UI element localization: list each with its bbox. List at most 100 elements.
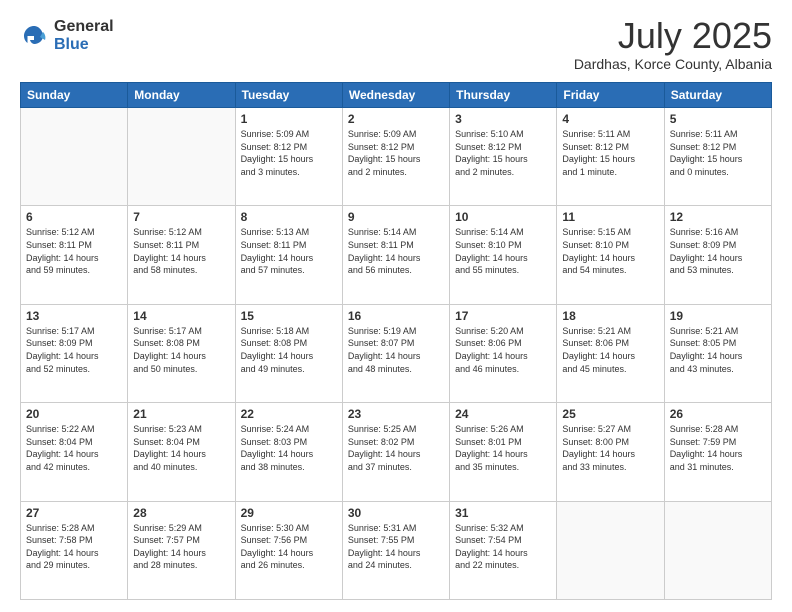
calendar-cell: 30 Sunrise: 5:31 AM Sunset: 7:55 PM Dayli… bbox=[342, 501, 449, 599]
day-number: 10 bbox=[455, 210, 551, 224]
day-number: 30 bbox=[348, 506, 444, 520]
calendar-cell: 15 Sunrise: 5:18 AM Sunset: 8:08 PM Dayli… bbox=[235, 304, 342, 402]
day-info: Sunrise: 5:31 AM Sunset: 7:55 PM Dayligh… bbox=[348, 522, 444, 572]
calendar-cell: 11Sunrise: 5:15 AM Sunset: 8:10 PM Dayli… bbox=[557, 206, 664, 304]
calendar-cell: 29 Sunrise: 5:30 AM Sunset: 7:56 PM Dayli… bbox=[235, 501, 342, 599]
col-saturday: Saturday bbox=[664, 83, 771, 108]
calendar-week-2: 6 Sunrise: 5:12 AM Sunset: 8:11 PM Daylig… bbox=[21, 206, 772, 304]
calendar-cell: 8 Sunrise: 5:13 AM Sunset: 8:11 PM Daylig… bbox=[235, 206, 342, 304]
day-number: 7 bbox=[133, 210, 229, 224]
day-info: Sunrise: 5:11 AM Sunset: 8:12 PM Dayligh… bbox=[562, 128, 658, 178]
calendar-cell: 14 Sunrise: 5:17 AM Sunset: 8:08 PM Dayli… bbox=[128, 304, 235, 402]
day-number: 28 bbox=[133, 506, 229, 520]
calendar-cell: 17 Sunrise: 5:20 AM Sunset: 8:06 PM Dayli… bbox=[450, 304, 557, 402]
day-number: 14 bbox=[133, 309, 229, 323]
calendar-cell: 4 Sunrise: 5:11 AM Sunset: 8:12 PM Daylig… bbox=[557, 108, 664, 206]
calendar-cell: 7 Sunrise: 5:12 AM Sunset: 8:11 PM Daylig… bbox=[128, 206, 235, 304]
subtitle: Dardhas, Korce County, Albania bbox=[574, 56, 772, 72]
calendar-cell: 31 Sunrise: 5:32 AM Sunset: 7:54 PM Dayli… bbox=[450, 501, 557, 599]
day-number: 4 bbox=[562, 112, 658, 126]
day-number: 2 bbox=[348, 112, 444, 126]
day-number: 6 bbox=[26, 210, 122, 224]
calendar-cell bbox=[557, 501, 664, 599]
day-number: 26 bbox=[670, 407, 766, 421]
day-number: 8 bbox=[241, 210, 337, 224]
logo: General Blue bbox=[20, 18, 114, 53]
day-info: Sunrise: 5:24 AM Sunset: 8:03 PM Dayligh… bbox=[241, 423, 337, 473]
calendar-cell: 23 Sunrise: 5:25 AM Sunset: 8:02 PM Dayli… bbox=[342, 403, 449, 501]
calendar-cell: 22 Sunrise: 5:24 AM Sunset: 8:03 PM Dayli… bbox=[235, 403, 342, 501]
calendar-cell: 24 Sunrise: 5:26 AM Sunset: 8:01 PM Dayli… bbox=[450, 403, 557, 501]
day-number: 20 bbox=[26, 407, 122, 421]
day-info: Sunrise: 5:23 AM Sunset: 8:04 PM Dayligh… bbox=[133, 423, 229, 473]
col-friday: Friday bbox=[557, 83, 664, 108]
day-number: 12 bbox=[670, 210, 766, 224]
day-info: Sunrise: 5:19 AM Sunset: 8:07 PM Dayligh… bbox=[348, 325, 444, 375]
day-info: Sunrise: 5:18 AM Sunset: 8:08 PM Dayligh… bbox=[241, 325, 337, 375]
day-info: Sunrise: 5:28 AM Sunset: 7:59 PM Dayligh… bbox=[670, 423, 766, 473]
col-tuesday: Tuesday bbox=[235, 83, 342, 108]
day-info: Sunrise: 5:11 AM Sunset: 8:12 PM Dayligh… bbox=[670, 128, 766, 178]
day-number: 5 bbox=[670, 112, 766, 126]
day-info: Sunrise: 5:14 AM Sunset: 8:11 PM Dayligh… bbox=[348, 226, 444, 276]
calendar-cell: 20 Sunrise: 5:22 AM Sunset: 8:04 PM Dayli… bbox=[21, 403, 128, 501]
col-sunday: Sunday bbox=[21, 83, 128, 108]
col-wednesday: Wednesday bbox=[342, 83, 449, 108]
logo-general: General bbox=[54, 18, 114, 36]
day-number: 29 bbox=[241, 506, 337, 520]
day-info: Sunrise: 5:13 AM Sunset: 8:11 PM Dayligh… bbox=[241, 226, 337, 276]
day-info: Sunrise: 5:25 AM Sunset: 8:02 PM Dayligh… bbox=[348, 423, 444, 473]
calendar-cell: 27Sunrise: 5:28 AM Sunset: 7:58 PM Dayli… bbox=[21, 501, 128, 599]
day-info: Sunrise: 5:20 AM Sunset: 8:06 PM Dayligh… bbox=[455, 325, 551, 375]
calendar-cell: 21 Sunrise: 5:23 AM Sunset: 8:04 PM Dayli… bbox=[128, 403, 235, 501]
day-info: Sunrise: 5:27 AM Sunset: 8:00 PM Dayligh… bbox=[562, 423, 658, 473]
calendar-cell: 26 Sunrise: 5:28 AM Sunset: 7:59 PM Dayli… bbox=[664, 403, 771, 501]
day-number: 24 bbox=[455, 407, 551, 421]
calendar-cell: 13Sunrise: 5:17 AM Sunset: 8:09 PM Dayli… bbox=[21, 304, 128, 402]
day-number: 17 bbox=[455, 309, 551, 323]
calendar-cell bbox=[21, 108, 128, 206]
day-number: 22 bbox=[241, 407, 337, 421]
day-info: Sunrise: 5:26 AM Sunset: 8:01 PM Dayligh… bbox=[455, 423, 551, 473]
logo-blue: Blue bbox=[54, 36, 114, 54]
day-info: Sunrise: 5:17 AM Sunset: 8:09 PM Dayligh… bbox=[26, 325, 122, 375]
page: General Blue July 2025 Dardhas, Korce Co… bbox=[0, 0, 792, 612]
day-number: 25 bbox=[562, 407, 658, 421]
title-block: July 2025 Dardhas, Korce County, Albania bbox=[574, 18, 772, 72]
header-row: Sunday Monday Tuesday Wednesday Thursday… bbox=[21, 83, 772, 108]
col-thursday: Thursday bbox=[450, 83, 557, 108]
day-number: 15 bbox=[241, 309, 337, 323]
logo-icon bbox=[20, 22, 48, 50]
day-number: 21 bbox=[133, 407, 229, 421]
day-info: Sunrise: 5:12 AM Sunset: 8:11 PM Dayligh… bbox=[133, 226, 229, 276]
day-info: Sunrise: 5:21 AM Sunset: 8:06 PM Dayligh… bbox=[562, 325, 658, 375]
day-number: 31 bbox=[455, 506, 551, 520]
col-monday: Monday bbox=[128, 83, 235, 108]
day-info: Sunrise: 5:32 AM Sunset: 7:54 PM Dayligh… bbox=[455, 522, 551, 572]
day-info: Sunrise: 5:09 AM Sunset: 8:12 PM Dayligh… bbox=[241, 128, 337, 178]
calendar-week-1: 1Sunrise: 5:09 AM Sunset: 8:12 PM Daylig… bbox=[21, 108, 772, 206]
calendar-cell: 9Sunrise: 5:14 AM Sunset: 8:11 PM Daylig… bbox=[342, 206, 449, 304]
main-title: July 2025 bbox=[574, 18, 772, 54]
calendar: Sunday Monday Tuesday Wednesday Thursday… bbox=[20, 82, 772, 600]
calendar-cell: 18 Sunrise: 5:21 AM Sunset: 8:06 PM Dayli… bbox=[557, 304, 664, 402]
day-info: Sunrise: 5:10 AM Sunset: 8:12 PM Dayligh… bbox=[455, 128, 551, 178]
calendar-week-5: 27Sunrise: 5:28 AM Sunset: 7:58 PM Dayli… bbox=[21, 501, 772, 599]
day-number: 16 bbox=[348, 309, 444, 323]
day-info: Sunrise: 5:29 AM Sunset: 7:57 PM Dayligh… bbox=[133, 522, 229, 572]
day-number: 18 bbox=[562, 309, 658, 323]
day-number: 27 bbox=[26, 506, 122, 520]
day-number: 3 bbox=[455, 112, 551, 126]
day-info: Sunrise: 5:22 AM Sunset: 8:04 PM Dayligh… bbox=[26, 423, 122, 473]
calendar-cell: 19Sunrise: 5:21 AM Sunset: 8:05 PM Dayli… bbox=[664, 304, 771, 402]
calendar-cell: 12 Sunrise: 5:16 AM Sunset: 8:09 PM Dayli… bbox=[664, 206, 771, 304]
day-info: Sunrise: 5:30 AM Sunset: 7:56 PM Dayligh… bbox=[241, 522, 337, 572]
calendar-cell: 25 Sunrise: 5:27 AM Sunset: 8:00 PM Dayli… bbox=[557, 403, 664, 501]
day-info: Sunrise: 5:21 AM Sunset: 8:05 PM Dayligh… bbox=[670, 325, 766, 375]
day-info: Sunrise: 5:17 AM Sunset: 8:08 PM Dayligh… bbox=[133, 325, 229, 375]
day-number: 23 bbox=[348, 407, 444, 421]
day-info: Sunrise: 5:15 AM Sunset: 8:10 PM Dayligh… bbox=[562, 226, 658, 276]
calendar-cell: 2Sunrise: 5:09 AM Sunset: 8:12 PM Daylig… bbox=[342, 108, 449, 206]
day-info: Sunrise: 5:16 AM Sunset: 8:09 PM Dayligh… bbox=[670, 226, 766, 276]
calendar-cell: 28 Sunrise: 5:29 AM Sunset: 7:57 PM Dayli… bbox=[128, 501, 235, 599]
